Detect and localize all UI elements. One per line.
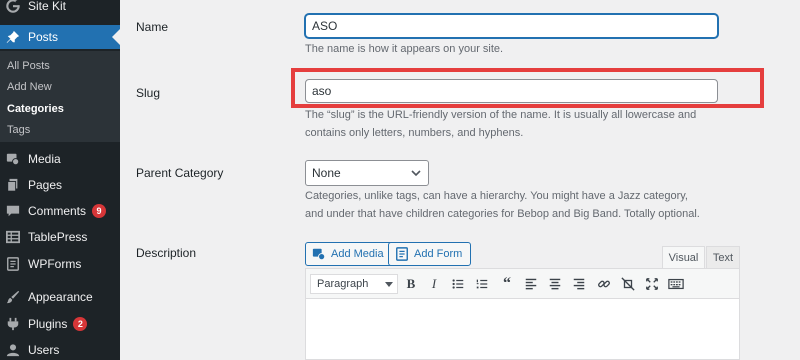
comments-count-badge: 9 [92, 204, 107, 218]
parent-category-value: None [312, 166, 341, 180]
menu-plugins[interactable]: Plugins 2 [0, 312, 120, 336]
name-help-text: The name is how it appears on your site. [305, 43, 504, 55]
italic-icon[interactable]: I [426, 276, 442, 292]
parent-category-help-text: Categories, unlike tags, can have a hier… [305, 190, 700, 220]
numbered-list-icon[interactable] [474, 276, 490, 292]
plug-icon [5, 316, 21, 332]
user-icon [5, 342, 21, 358]
media-icon [312, 248, 326, 261]
admin-sidebar: Site Kit Posts All Posts Add New Categor… [0, 0, 120, 360]
form-icon [396, 247, 408, 261]
menu-plugins-label: Plugins [28, 317, 68, 331]
tab-text[interactable]: Text [706, 246, 740, 268]
menu-tablepress[interactable]: TablePress [0, 225, 120, 249]
add-media-button[interactable]: Add Media [305, 242, 393, 266]
name-label: Name [136, 20, 169, 34]
description-label: Description [136, 246, 197, 260]
slug-help-text: The “slug” is the URL-friendly version o… [305, 109, 697, 139]
menu-appearance-label: Appearance [28, 290, 93, 304]
menu-users-label: Users [28, 343, 60, 357]
menu-comments[interactable]: Comments 9 [0, 199, 120, 223]
menu-users[interactable]: Users [0, 338, 120, 360]
menu-media[interactable]: Media [0, 147, 120, 171]
form-icon [5, 256, 21, 272]
align-right-icon[interactable] [571, 276, 587, 292]
tab-visual[interactable]: Visual [662, 246, 705, 268]
comment-icon [5, 203, 21, 219]
menu-site-kit-label: Site Kit [28, 0, 67, 13]
pages-icon [5, 177, 21, 193]
menu-site-kit[interactable]: Site Kit [0, 0, 120, 18]
format-select-value: Paragraph [317, 278, 369, 290]
bulleted-list-icon[interactable] [450, 276, 466, 292]
parent-category-label: Parent Category [136, 166, 224, 180]
menu-posts[interactable]: Posts [0, 25, 120, 49]
menu-appearance[interactable]: Appearance [0, 285, 120, 309]
caret-down-icon [385, 282, 393, 287]
link-icon[interactable] [596, 276, 612, 292]
bold-icon[interactable]: B [403, 276, 419, 292]
menu-media-label: Media [28, 152, 61, 166]
add-media-label: Add Media [331, 248, 384, 260]
menu-pages-label: Pages [28, 178, 63, 192]
name-input[interactable]: ASO [305, 14, 718, 38]
blockquote-icon[interactable]: “ [499, 275, 515, 292]
align-left-icon[interactable] [523, 276, 539, 292]
editor-toolbar: Paragraph B I “ [306, 269, 739, 299]
align-center-icon[interactable] [547, 276, 563, 292]
description-editor[interactable]: Paragraph B I “ [305, 268, 740, 360]
menu-posts-label: Posts [28, 30, 59, 44]
parent-category-select[interactable]: None [305, 160, 429, 186]
editor-content-area[interactable] [306, 299, 739, 359]
submenu-tags[interactable]: Tags [7, 124, 30, 136]
toolbar-toggle-icon[interactable] [668, 276, 684, 292]
menu-pages[interactable]: Pages [0, 173, 120, 197]
menu-comments-label: Comments [28, 204, 87, 218]
slug-input[interactable]: aso [305, 79, 718, 103]
chevron-down-icon [411, 170, 421, 177]
submenu-all-posts[interactable]: All Posts [7, 60, 50, 72]
format-select[interactable]: Paragraph [310, 274, 398, 294]
submenu-categories[interactable]: Categories [7, 103, 64, 115]
add-form-button[interactable]: Add Form [388, 242, 472, 266]
slug-label: Slug [136, 86, 161, 100]
paintbrush-icon [5, 289, 21, 305]
media-icon [5, 151, 21, 167]
name-input-value: ASO [312, 19, 338, 33]
submenu-add-new[interactable]: Add New [7, 81, 52, 93]
google-g-icon [5, 0, 21, 14]
table-icon [5, 229, 21, 245]
unlink-icon[interactable] [620, 276, 636, 292]
fullscreen-icon[interactable] [644, 276, 660, 292]
menu-tablepress-label: TablePress [28, 230, 88, 244]
slug-input-value: aso [312, 84, 332, 98]
pushpin-icon [5, 29, 21, 45]
menu-wpforms[interactable]: WPForms [0, 252, 120, 276]
add-form-label: Add Form [414, 248, 463, 260]
menu-wpforms-label: WPForms [28, 257, 82, 271]
plugins-count-badge: 2 [73, 317, 88, 331]
